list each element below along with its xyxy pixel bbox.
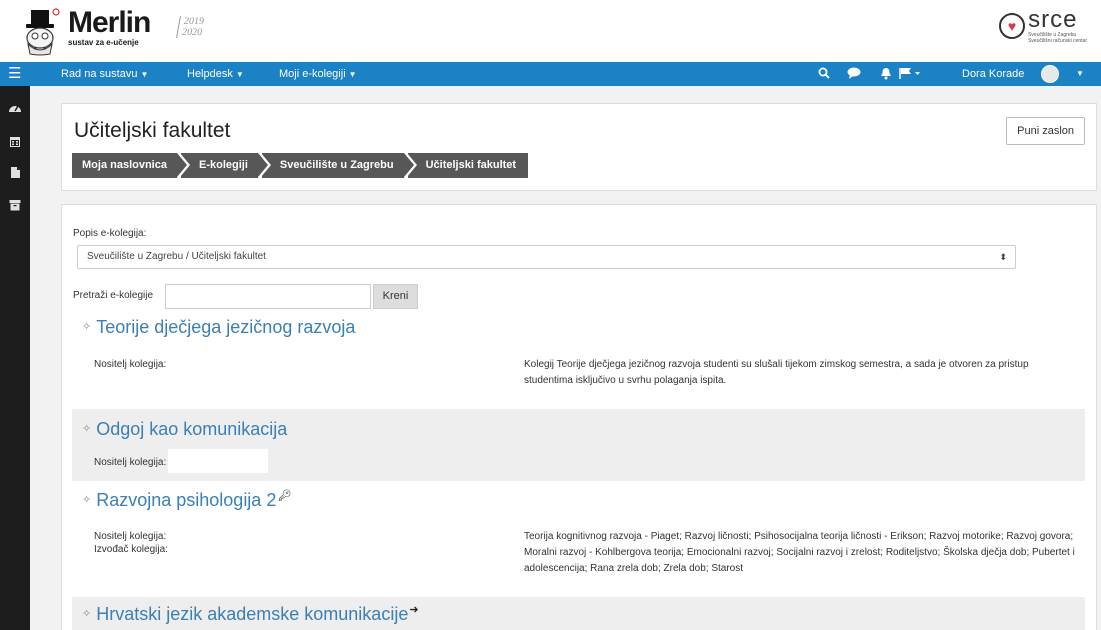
heart-icon: ♥ (999, 13, 1026, 39)
course-teacher-label: Nositelj kolegija: (94, 457, 167, 468)
srce-title: srce (1028, 6, 1078, 33)
course-item: ✧ Odgoj kao komunikacija Nositelj kolegij… (72, 409, 1085, 481)
course-list-card: Popis e-kolegija: Sveučilište u Zagrebu … (61, 204, 1097, 630)
course-bullet-icon: ✧ (82, 494, 92, 506)
key-icon[interactable]: 🔑︎ (277, 490, 291, 502)
search-input[interactable] (165, 284, 371, 309)
logo-title: Merlin (68, 6, 151, 39)
breadcrumb-e-kolegiji[interactable]: E-kolegiji (180, 153, 271, 178)
chat-icon[interactable] (847, 67, 861, 82)
course-bullet-icon: ✧ (82, 321, 92, 333)
category-select[interactable]: Sveučilište u Zagrebu / Učiteljski fakul… (77, 245, 1016, 269)
file-icon[interactable] (8, 166, 22, 180)
breadcrumb-home[interactable]: Moja naslovnica (72, 153, 190, 178)
nav-rad-na-sustavu[interactable]: Rad na sustavu ▼ (61, 68, 148, 80)
course-description: Teorija kognitivnog razvoja - Piaget; Ra… (524, 531, 1075, 574)
course-description: Kolegij Teorije dječjega jezičnog razvoj… (524, 359, 1029, 386)
archive-icon[interactable] (8, 199, 22, 213)
flag-icon[interactable] (899, 67, 921, 82)
user-name[interactable]: Dora Korade (962, 68, 1024, 80)
site-header: Merlin sustav za e-učenje 2019 2020 ♥ sr… (0, 0, 1101, 62)
select-arrows-icon: ⬍ (999, 252, 1007, 262)
calendar-icon[interactable] (8, 135, 22, 149)
srce-line2: Sveučilišni računski centar (1028, 38, 1087, 44)
breadcrumb-current[interactable]: Učiteljski fakultet (407, 153, 529, 178)
course-teacher-value (168, 449, 268, 473)
logo-subtitle: sustav za e-učenje (68, 38, 139, 47)
search-label: Pretraži e-kolegije (73, 290, 154, 301)
left-sidebar (0, 86, 30, 630)
category-select-value: Sveučilište u Zagrebu / Učiteljski fakul… (87, 251, 266, 262)
top-navbar: ☰ Rad na sustavu ▼ Helpdesk ▼ Moji e-koleg… (0, 62, 1101, 86)
logo-years: 2019 2020 (176, 16, 205, 38)
fullscreen-button[interactable]: Puni zaslon (1006, 117, 1085, 145)
avatar[interactable] (1041, 65, 1059, 83)
course-item: ✧ Teorije dječjega jezičnog razvoja Nosit… (72, 313, 1085, 403)
bell-icon[interactable] (880, 67, 892, 83)
nav-helpdesk[interactable]: Helpdesk ▼ (187, 68, 244, 80)
course-bullet-icon: ✧ (82, 423, 92, 435)
srce-logo[interactable]: ♥ srce Sveučilište u Zagrebu Sveučilišni… (999, 8, 1087, 44)
caret-down-icon: ▼ (235, 70, 244, 79)
page-title: Učiteljski fakultet (74, 119, 231, 142)
course-title-link[interactable]: ✧ Teorije dječjega jezičnog razvoja (82, 317, 355, 338)
caret-down-icon: ▼ (140, 70, 149, 79)
breadcrumb: Moja naslovnica E-kolegiji Sveučilište u… (72, 153, 532, 178)
course-title-link[interactable]: ✧ Hrvatski jezik akademske komunikacije➜ (82, 603, 419, 625)
merlin-logo[interactable]: Merlin sustav za e-učenje 2019 2020 (22, 6, 205, 56)
course-teacher-label: Nositelj kolegija: (94, 359, 167, 370)
nav-moji-e-kolegiji[interactable]: Moji e-kolegiji ▼ (279, 68, 357, 80)
course-performer-label: Izvođač kolegija: (94, 544, 168, 555)
course-title-link[interactable]: ✧ Razvojna psihologija 2🔑︎ (82, 489, 291, 511)
breadcrumb-sveuciliste[interactable]: Sveučilište u Zagrebu (261, 153, 417, 178)
hamburger-icon[interactable]: ☰ (8, 66, 21, 81)
caret-down-icon: ▼ (348, 70, 357, 79)
course-item: ✧ Razvojna psihologija 2🔑︎ Nositelj koleg… (72, 481, 1085, 587)
login-icon[interactable]: ➜ (409, 604, 418, 616)
course-teacher-label: Nositelj kolegija: (94, 531, 167, 542)
course-item: ✧ Hrvatski jezik akademske komunikacije➜ (72, 597, 1085, 630)
course-title-link[interactable]: ✧ Odgoj kao komunikacija (82, 419, 287, 440)
category-label: Popis e-kolegija: (73, 228, 147, 239)
search-icon[interactable] (818, 67, 830, 82)
dashboard-icon[interactable] (8, 101, 22, 115)
search-button[interactable]: Kreni (373, 284, 418, 309)
merlin-mascot-icon (22, 8, 64, 56)
course-bullet-icon: ✧ (82, 608, 92, 620)
user-menu-caret-icon[interactable]: ▼ (1076, 69, 1084, 78)
page-header: Učiteljski fakultet Puni zaslon Moja nas… (61, 103, 1097, 191)
